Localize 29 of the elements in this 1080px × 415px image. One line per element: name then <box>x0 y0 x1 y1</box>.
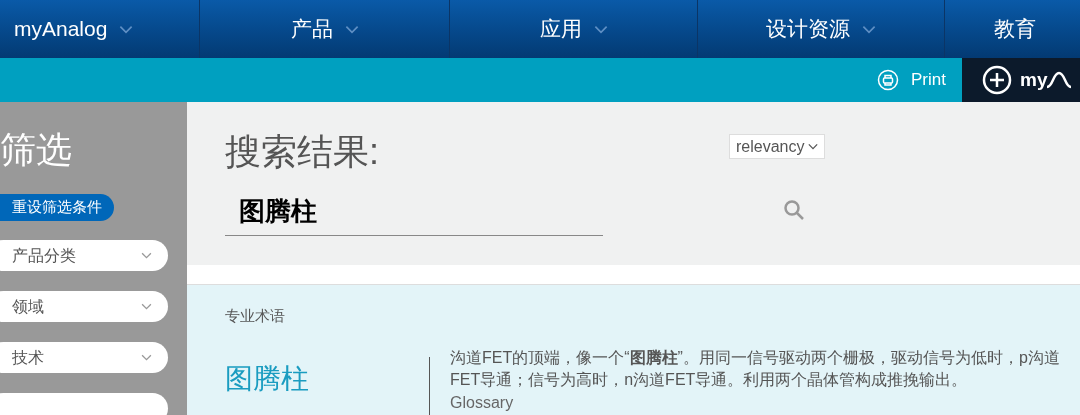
plus-circle-icon <box>982 65 1012 95</box>
nav-item[interactable]: myAnalog <box>14 13 134 45</box>
result-description: 沟道FET的顶端，像一个“图腾柱”。用同一信号驱动两个栅极，驱动信号为低时，p沟道FET导通；信号为高时，n沟道FET导通。利用两个晶体管构成推挽输出。 <box>450 348 1061 390</box>
nav-item[interactable]: 应用 <box>539 13 608 45</box>
search-field[interactable]: 图腾柱 <box>225 192 603 236</box>
wave-logo-icon <box>1047 71 1072 89</box>
chevron-down-icon <box>593 24 608 34</box>
reset-filters-button[interactable]: 重设筛选条件 <box>0 194 114 221</box>
nav-item[interactable]: 设计资源 <box>766 13 876 45</box>
search-icon <box>783 199 805 221</box>
search-results-heading: 搜索结果: <box>225 134 380 170</box>
chevron-down-icon <box>141 252 152 259</box>
filter-dropdown[interactable]: 领域 <box>0 291 168 322</box>
printer-icon <box>877 69 900 91</box>
chevron-down-icon <box>141 303 152 310</box>
result-category: 专业术语 <box>225 305 286 326</box>
result-source: Glossary <box>450 393 515 413</box>
chevron-down-icon <box>808 143 819 150</box>
account-button[interactable]: my <box>962 58 1080 102</box>
sort-dropdown[interactable]: relevancy <box>729 134 826 159</box>
filter-dropdown[interactable]: 技术 <box>0 342 168 373</box>
chevron-down-icon <box>344 24 359 34</box>
chevron-down-icon <box>119 24 134 34</box>
filter-dropdown[interactable]: 产品分类 <box>0 240 168 271</box>
chevron-down-icon <box>141 354 152 361</box>
sidebar-title: 筛选 <box>0 132 73 168</box>
nav-item[interactable]: 教育 <box>993 13 1036 45</box>
nav-item[interactable]: 产品 <box>290 13 359 45</box>
chevron-down-icon <box>862 24 876 34</box>
